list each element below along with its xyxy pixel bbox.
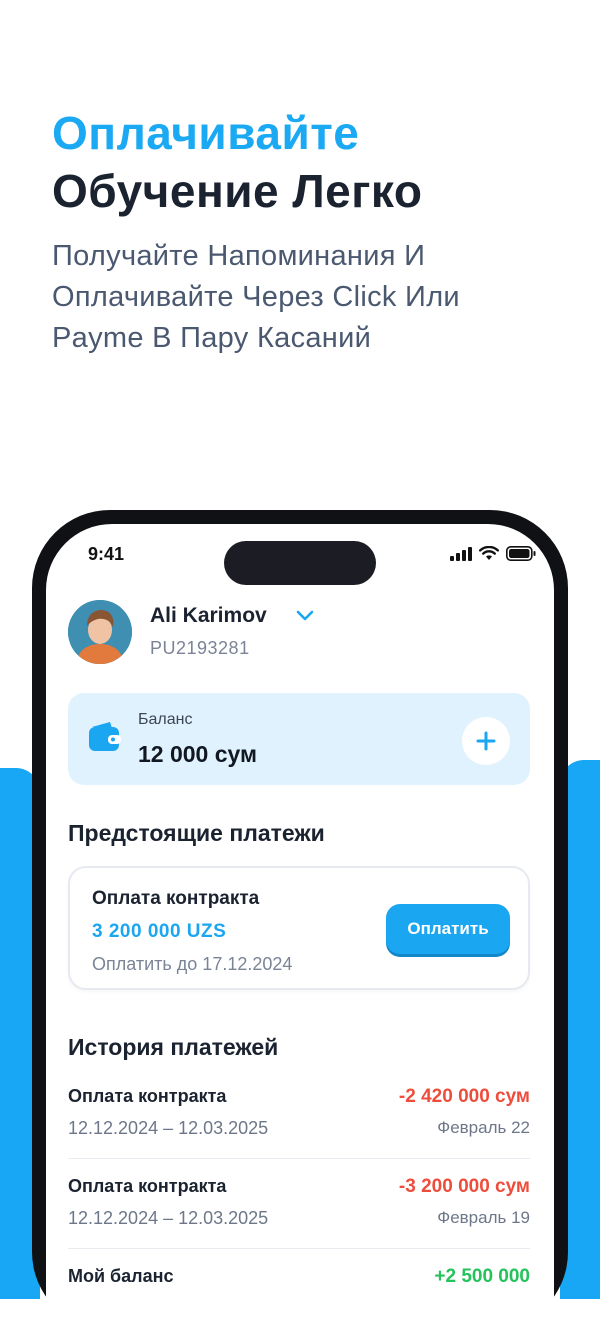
status-time: 9:41 — [88, 544, 125, 564]
balance-label: Баланс — [138, 711, 193, 728]
wallet-icon — [89, 722, 121, 751]
phone-frame: 9:41 Ali Karimov PU2193281 Баланс 12 000… — [32, 510, 568, 1330]
avatar-image — [68, 600, 132, 664]
dynamic-island — [224, 541, 376, 585]
upcoming-payment-amount: 3 200 000 UZS — [92, 921, 227, 942]
upcoming-payment-title: Оплата контракта — [92, 888, 260, 909]
history-dates: 12.12.2024 – 12.03.2025 — [68, 1208, 269, 1228]
history-title: Мой баланс — [68, 1266, 174, 1286]
promo-title-accent: Оплачивайте — [52, 107, 360, 159]
status-icons — [450, 546, 536, 561]
signal-icon — [450, 546, 472, 561]
history-row[interactable]: Мой баланс +2 500 000 — [68, 1266, 530, 1330]
plus-icon — [476, 731, 496, 751]
add-funds-button[interactable] — [462, 717, 510, 765]
promo-title: Обучение Легко — [52, 165, 423, 217]
upcoming-payment-card: Оплата контракта 3 200 000 UZS Оплатить … — [68, 866, 530, 990]
pay-button[interactable]: Оплатить — [386, 904, 510, 954]
history-row[interactable]: Оплата контракта 12.12.2024 – 12.03.2025… — [68, 1176, 530, 1256]
history-date: Февраль 22 — [437, 1118, 530, 1137]
balance-value: 12 000 сум — [138, 741, 258, 767]
phone-screen: 9:41 Ali Karimov PU2193281 Баланс 12 000… — [46, 524, 554, 1330]
promo-subtitle-line: Оплачивайте Через Click Или — [52, 281, 460, 313]
divider — [68, 1158, 530, 1159]
chevron-down-icon[interactable] — [296, 610, 314, 622]
upcoming-section-title: Предстоящие платежи — [68, 820, 325, 846]
history-dates: 12.12.2024 – 12.03.2025 — [68, 1118, 269, 1138]
history-amount: -3 200 000 сум — [398, 1176, 530, 1197]
promo-subtitle-line: Получайте Напоминания И — [52, 240, 426, 272]
history-row[interactable]: Оплата контракта 12.12.2024 – 12.03.2025… — [68, 1086, 530, 1166]
user-name[interactable]: Ali Karimov — [150, 604, 267, 628]
history-date: Февраль 19 — [437, 1208, 530, 1227]
divider — [68, 1248, 530, 1249]
history-section-title: История платежей — [68, 1034, 279, 1060]
promo-subtitle-line: Payme В Пару Касаний — [52, 322, 372, 354]
history-title: Оплата контракта — [68, 1086, 227, 1106]
upcoming-payment-due: Оплатить до 17.12.2024 — [92, 954, 293, 974]
battery-icon — [506, 546, 536, 561]
promo-subtitle: Получайте Напоминания И Оплачивайте Чере… — [52, 236, 572, 359]
user-id: PU2193281 — [150, 638, 250, 658]
avatar[interactable] — [68, 600, 132, 664]
history-title: Оплата контракта — [68, 1176, 227, 1196]
balance-card: Баланс 12 000 сум — [68, 693, 530, 785]
promo-header: Оплачивайте Обучение Легко Получайте Нап… — [52, 104, 572, 359]
history-amount: -2 420 000 сум — [398, 1086, 530, 1107]
history-amount: +2 500 000 — [434, 1266, 530, 1287]
wifi-icon — [479, 546, 499, 560]
